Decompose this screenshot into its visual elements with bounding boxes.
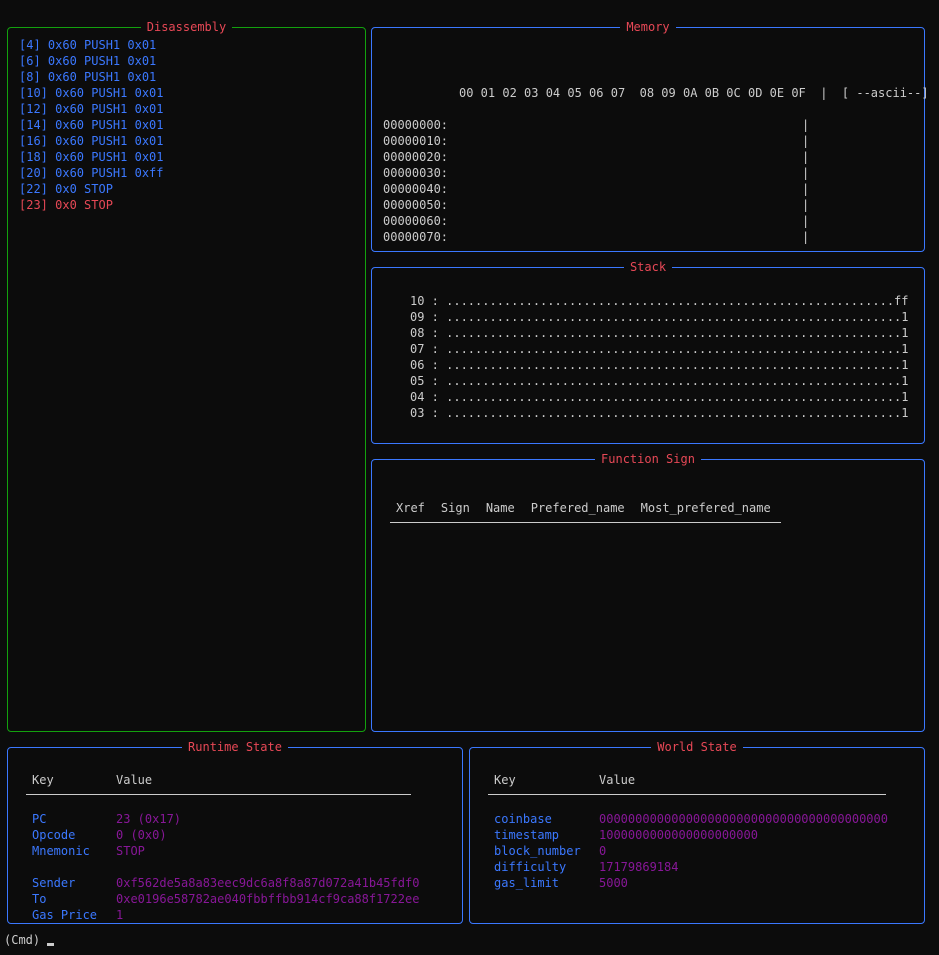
runtime-value: 1 <box>116 908 124 922</box>
value-header: Value <box>116 773 153 787</box>
runtime-row-mnemonic: Mnemonic STOP <box>26 843 419 859</box>
disassembly-list: [4] 0x60 PUSH1 0x01 [6] 0x60 PUSH1 0x01 … <box>19 37 164 213</box>
world-state-table: Key Value coinbase 000000000000000000000… <box>488 771 888 891</box>
disassembly-line: [18] 0x60 PUSH1 0x01 <box>19 150 164 164</box>
world-row-gas-limit: gas_limit 5000 <box>488 875 888 891</box>
column-header-name: Name <box>479 499 525 523</box>
disassembly-line: [8] 0x60 PUSH1 0x01 <box>19 70 157 84</box>
disassembly-current-line: [23] 0x0 STOP <box>19 198 113 212</box>
runtime-key <box>32 859 116 875</box>
runtime-value: STOP <box>116 844 145 858</box>
memory-title: Memory <box>620 20 676 34</box>
runtime-key: Mnemonic <box>32 844 90 858</box>
disassembly-line: [12] 0x60 PUSH1 0x01 <box>19 102 164 116</box>
world-key: block_number <box>494 844 581 858</box>
runtime-row-blank <box>26 859 419 875</box>
disassembly-line: [6] 0x60 PUSH1 0x01 <box>19 54 157 68</box>
world-value: 0000000000000000000000000000000000000000 <box>599 812 888 826</box>
memory-rows: 00000000: | 00000010: | 00000020: | 0000… <box>383 117 809 245</box>
runtime-key: Sender <box>32 876 76 890</box>
runtime-key: To <box>32 892 47 906</box>
key-header: Key <box>494 773 516 787</box>
disassembly-panel: Disassembly [4] 0x60 PUSH1 0x01 [6] 0x60… <box>7 20 366 732</box>
runtime-state-table: Key Value PC 23 (0x17) Opcode 0 (0x0) Mn… <box>26 771 419 923</box>
memory-row: 00000050: | <box>383 198 810 212</box>
memory-row: 00000070: | <box>383 230 810 244</box>
disassembly-line: [14] 0x60 PUSH1 0x01 <box>19 118 164 132</box>
runtime-value: 0 (0x0) <box>116 828 167 842</box>
memory-panel: Memory 00 01 02 03 04 05 06 07 08 09 0A … <box>371 20 929 252</box>
stack-row: 09 : ...................................… <box>410 310 909 324</box>
stack-row: 03 : ...................................… <box>410 406 909 420</box>
runtime-key: PC <box>32 812 47 826</box>
stack-rows: 10 : ...................................… <box>410 293 909 421</box>
column-header-sign: Sign <box>434 499 480 523</box>
command-prompt[interactable]: (Cmd) <box>4 932 55 948</box>
runtime-key: Gas Price <box>32 908 98 922</box>
value-header: Value <box>599 773 636 787</box>
disassembly-line: [20] 0x60 PUSH1 0xff <box>19 166 164 180</box>
runtime-state-panel: Runtime State Key Value PC 23 (0x17) Opc… <box>7 740 463 924</box>
runtime-row-to: To 0xe0196e58782ae040fbbffbb914cf9ca88f1… <box>26 891 419 907</box>
runtime-value: 0xf562de5a8a83eec9dc6a8f8a87d072a41b45fd… <box>116 876 420 890</box>
runtime-value: 0xe0196e58782ae040fbbffbb914cf9ca88f1722… <box>116 892 420 906</box>
memory-header: 00 01 02 03 04 05 06 07 08 09 0A 0B 0C 0… <box>459 86 929 100</box>
stack-row: 04 : ...................................… <box>410 390 909 404</box>
runtime-state-title: Runtime State <box>182 740 288 754</box>
prompt-label: (Cmd) <box>4 933 41 947</box>
function-sign-title: Function Sign <box>595 452 701 466</box>
memory-row: 00000030: | <box>383 166 810 180</box>
column-header-xref: Xref <box>390 499 435 523</box>
world-key: coinbase <box>494 812 552 826</box>
memory-row: 00000060: | <box>383 214 810 228</box>
world-value: 5000 <box>599 876 628 890</box>
text-cursor <box>47 943 55 946</box>
world-state-title: World State <box>651 740 743 754</box>
world-key: difficulty <box>494 860 567 874</box>
world-value: 0 <box>599 844 607 858</box>
world-row-coinbase: coinbase 0000000000000000000000000000000… <box>488 811 888 827</box>
disassembly-line: [22] 0x0 STOP <box>19 182 113 196</box>
column-header-most-prefered-name: Most_prefered_name <box>634 499 781 523</box>
runtime-row-sender: Sender 0xf562de5a8a83eec9dc6a8f8a87d072a… <box>26 875 419 891</box>
stack-row: 10 : ...................................… <box>410 294 909 308</box>
memory-row: 00000020: | <box>383 150 810 164</box>
runtime-row-gas-price: Gas Price 1 <box>26 907 419 923</box>
runtime-key: Opcode <box>32 828 76 842</box>
runtime-row-pc: PC 23 (0x17) <box>26 811 419 827</box>
world-state-header: Key Value <box>488 771 886 795</box>
runtime-row-opcode: Opcode 0 (0x0) <box>26 827 419 843</box>
world-state-panel: World State Key Value coinbase 000000000… <box>469 740 925 924</box>
disassembly-line: [16] 0x60 PUSH1 0x01 <box>19 134 164 148</box>
stack-panel: Stack 10 : .............................… <box>371 260 925 444</box>
memory-row: 00000000: | <box>383 118 810 132</box>
runtime-value: 23 (0x17) <box>116 812 182 826</box>
disassembly-line: [4] 0x60 PUSH1 0x01 <box>19 38 157 52</box>
world-row-timestamp: timestamp 1000000000000000000000 <box>488 827 888 843</box>
world-key: timestamp <box>494 828 560 842</box>
world-value: 1000000000000000000000 <box>599 828 758 842</box>
stack-title: Stack <box>623 260 673 274</box>
key-header: Key <box>32 773 54 787</box>
world-value: 17179869184 <box>599 860 679 874</box>
memory-row: 00000040: | <box>383 182 810 196</box>
world-key: gas_limit <box>494 876 560 890</box>
function-sign-panel: Function Sign Xref Sign Name Prefered_na… <box>371 452 925 732</box>
stack-row: 07 : ...................................… <box>410 342 909 356</box>
world-row-difficulty: difficulty 17179869184 <box>488 859 888 875</box>
runtime-state-header: Key Value <box>26 771 411 795</box>
memory-row: 00000010: | <box>383 134 810 148</box>
disassembly-title: Disassembly <box>140 20 233 34</box>
stack-row: 08 : ...................................… <box>410 326 909 340</box>
column-header-prefered-name: Prefered_name <box>524 499 635 523</box>
function-sign-header-row: Xref Sign Name Prefered_name Most_prefer… <box>390 499 781 523</box>
stack-row: 05 : ...................................… <box>410 374 909 388</box>
stack-row: 06 : ...................................… <box>410 358 909 372</box>
function-sign-table: Xref Sign Name Prefered_name Most_prefer… <box>390 499 781 523</box>
disassembly-line: [10] 0x60 PUSH1 0x01 <box>19 86 164 100</box>
world-row-block-number: block_number 0 <box>488 843 888 859</box>
